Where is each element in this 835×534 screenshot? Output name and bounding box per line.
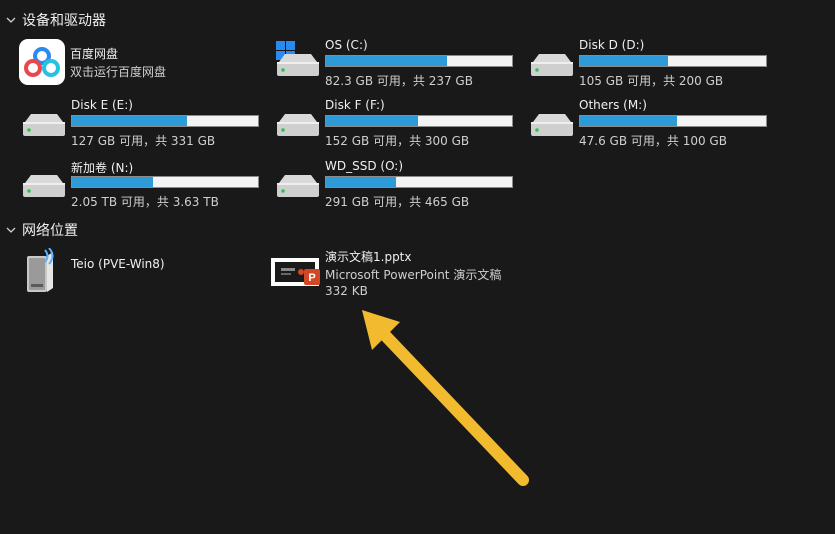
drive-space-info: 291 GB 可用，共 465 GB <box>325 195 470 209</box>
windows-drive-icon <box>273 38 321 86</box>
network-group-title: 网络位置 <box>22 223 78 239</box>
drive-usage-fill <box>72 177 153 187</box>
file-type: Microsoft PowerPoint 演示文稿 <box>325 268 502 282</box>
drive-space-info: 82.3 GB 可用，共 237 GB <box>325 74 473 88</box>
drive-d[interactable]: Disk D (D:) 105 GB 可用，共 200 GB <box>527 38 777 94</box>
pptx-file[interactable]: P 演示文稿1.pptx Microsoft PowerPoint 演示文稿 3… <box>271 246 521 302</box>
drive-name: Disk E (E:) <box>71 98 133 112</box>
drive-space-info: 2.05 TB 可用，共 3.63 TB <box>71 195 219 209</box>
drive-usage-bar <box>325 115 513 127</box>
hard-drive-icon <box>273 159 321 207</box>
network-location-name: Teio (PVE-Win8) <box>71 257 165 271</box>
hard-drive-icon <box>19 98 67 146</box>
drive-space-info: 105 GB 可用，共 200 GB <box>579 74 724 88</box>
hard-drive-icon <box>527 38 575 86</box>
hard-drive-icon <box>19 159 67 207</box>
drive-usage-fill <box>326 177 396 187</box>
drive-name: Others (M:) <box>579 98 647 112</box>
drive-n[interactable]: 新加卷 (N:) 2.05 TB 可用，共 3.63 TB <box>19 159 269 215</box>
file-name: 演示文稿1.pptx <box>325 250 412 264</box>
drive-usage-fill <box>326 56 448 66</box>
network-drive-icon <box>19 247 67 296</box>
drive-m[interactable]: Others (M:) 47.6 GB 可用，共 100 GB <box>527 98 777 154</box>
chevron-down-icon <box>6 17 16 23</box>
network-group-header[interactable]: 网络位置 <box>6 220 78 240</box>
drive-usage-bar <box>71 115 259 127</box>
network-location-teio[interactable]: Teio (PVE-Win8) <box>19 247 269 304</box>
drive-usage-fill <box>580 116 678 126</box>
drive-space-info: 47.6 GB 可用，共 100 GB <box>579 134 727 148</box>
hard-drive-icon <box>527 98 575 146</box>
drive-name: Disk D (D:) <box>579 38 645 52</box>
drive-usage-bar <box>579 115 767 127</box>
drive-name: WD_SSD (O:) <box>325 159 404 173</box>
devices-group-title: 设备和驱动器 <box>22 13 106 29</box>
drive-space-info: 152 GB 可用，共 300 GB <box>325 134 470 148</box>
devices-group-header[interactable]: 设备和驱动器 <box>6 10 106 30</box>
baidu-netdisk-icon <box>18 38 66 86</box>
chevron-down-icon <box>6 227 16 233</box>
baidu-netdisk-name: 百度网盘 <box>70 47 119 61</box>
drive-usage-bar <box>71 176 259 188</box>
drive-o[interactable]: WD_SSD (O:) 291 GB 可用，共 465 GB <box>273 159 523 215</box>
drive-e[interactable]: Disk E (E:) 127 GB 可用，共 331 GB <box>19 98 269 154</box>
hard-drive-icon <box>273 98 321 146</box>
baidu-netdisk-desc: 双击运行百度网盘 <box>70 65 167 79</box>
drive-name: OS (C:) <box>325 38 368 52</box>
drive-usage-bar <box>325 55 513 67</box>
drive-f[interactable]: Disk F (F:) 152 GB 可用，共 300 GB <box>273 98 523 154</box>
drive-name: Disk F (F:) <box>325 98 385 112</box>
drive-usage-fill <box>326 116 418 126</box>
drive-name: 新加卷 (N:) <box>71 161 134 175</box>
drive-c[interactable]: OS (C:) 82.3 GB 可用，共 237 GB <box>273 38 523 94</box>
pptx-thumbnail-icon: P <box>271 252 320 300</box>
baidu-netdisk-shortcut[interactable]: 百度网盘 双击运行百度网盘 <box>18 38 268 94</box>
drive-usage-fill <box>72 116 187 126</box>
file-size: 332 KB <box>325 284 368 298</box>
drive-usage-fill <box>580 56 669 66</box>
drive-usage-bar <box>325 176 513 188</box>
drive-space-info: 127 GB 可用，共 331 GB <box>71 134 216 148</box>
drive-usage-bar <box>579 55 767 67</box>
svg-text:P: P <box>308 272 315 284</box>
